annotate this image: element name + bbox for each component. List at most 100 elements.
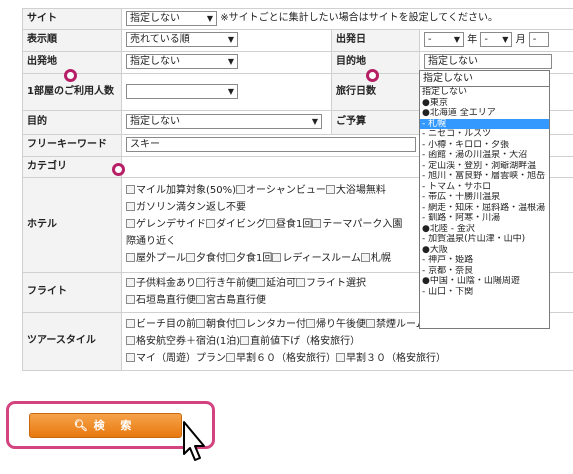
checkbox-label: ガソリン満タン返し不要 [136,202,246,213]
destination-dropdown-header[interactable]: 指定しない [419,70,550,86]
dropdown-option[interactable]: - 定山渓・登別・洞爺湖畔温 [420,161,549,172]
site-select[interactable]: 指定しない ▼ [126,11,217,26]
checkbox[interactable] [126,352,135,362]
dropdown-option[interactable]: ●東京 [420,98,549,109]
checkbox[interactable] [126,318,135,328]
checkbox-label: ゲレンデサイド [136,219,206,230]
dropdown-option[interactable]: ●北海道 全エリア [420,108,549,119]
checkbox[interactable] [366,318,375,328]
checkbox[interactable] [196,295,205,304]
checkbox-label: 札幌 [370,253,391,264]
checkbox[interactable] [196,318,205,328]
checkbox[interactable] [126,295,135,304]
checkbox[interactable] [126,335,135,345]
departure-date-label: 出発日 [331,28,420,52]
order-cell: 売れている順 ▼ [121,28,332,52]
checkbox-label: フライト選択 [306,278,366,289]
departure-year-select[interactable]: - ▼ [424,32,464,48]
checkbox[interactable] [336,352,345,362]
checkbox[interactable] [206,219,215,228]
departure-month-select[interactable]: - ▼ [480,32,513,48]
dropdown-option[interactable]: - 加賀温泉(片山津・山中) [420,234,549,245]
dropdown-option[interactable]: ●北陸 - 金沢 [420,224,549,235]
checkbox[interactable] [226,253,235,262]
chevron-down-icon: ▼ [206,14,213,23]
search-button-label: 検 索 [93,419,138,432]
purpose-select[interactable]: 指定しない ▼ [126,114,322,130]
dropdown-option[interactable]: - 札幌 [420,118,549,129]
purpose-label: 目的 [22,109,122,135]
checkbox[interactable] [226,352,235,362]
destination-dropdown-list: 指定しない ●東京 ●北海道 全エリア - 札幌 - ニセコ・ルスツ - 小樽・キロロ・夕… [419,86,550,329]
dropdown-option[interactable]: ●中国・山陰・山陽周遊 [420,276,549,287]
checkbox-label: レンタカー付 [246,318,306,330]
checkbox[interactable] [126,185,135,194]
checkbox[interactable] [296,278,305,287]
category-label: カテゴリ [22,155,122,178]
dropdown-option[interactable]: - 釧路・阿寒・川湯 [420,213,549,224]
dropdown-option[interactable]: - 函館・湯の川温泉・大沼 [420,150,549,161]
checkbox[interactable] [196,278,205,287]
destination-select[interactable]: 指定しない [424,54,552,70]
checkbox[interactable] [126,278,135,287]
dropdown-option[interactable]: - 小樽・キロロ・夕張 [420,140,549,151]
mouse-pointer-icon [183,421,205,461]
checkbox-label: 昼食1回 [276,219,313,230]
travelers-select[interactable]: ▼ [126,83,238,99]
order-select-value: 売れている順 [130,34,190,46]
checkbox-label: 格安航空券＋宿泊(1泊) [136,335,241,347]
checkbox-label: 早割３０（格安旅行） [346,352,446,364]
origin-select[interactable]: 指定しない ▼ [126,54,238,70]
checkbox-label: 夕食1回 [236,253,273,264]
purpose-select-value: 指定しない [130,116,180,128]
search-button[interactable]: 🔍︎ 検 索 [29,413,182,438]
dropdown-option[interactable]: - トマム・サホロ [420,182,549,193]
purpose-cell: 指定しない ▼ [121,109,332,135]
year-suffix: 年 [467,34,478,46]
chevron-down-icon: ▼ [311,117,318,127]
departure-year-value: - [428,34,432,46]
checkbox[interactable] [306,318,315,328]
checkbox-label: 子供料金あり [136,278,196,289]
departure-date-cell: - ▼ 年 - ▼ 月 - [418,28,573,52]
checkbox[interactable] [240,335,250,345]
dropdown-option[interactable]: - 帯広・十勝川温泉 [420,192,549,203]
checkbox-label: 帰り午後便 [316,318,366,330]
origin-cell: 指定しない ▼ [121,50,332,74]
order-select[interactable]: 売れている順 ▼ [126,32,238,48]
dropdown-option[interactable]: - 網走・知床・屈斜路・温根湯 [420,203,549,214]
chevron-down-icon: ▼ [227,86,234,96]
dropdown-option[interactable]: - 旭川・富良野・層雲峡・旭岳 [420,171,549,182]
checkbox[interactable] [186,253,195,262]
checkbox-label: ビーチ目の前 [136,318,196,330]
dropdown-option[interactable]: - 山口・下関 [420,287,549,298]
dropdown-option[interactable]: ●大阪 [420,245,549,256]
keyword-input[interactable]: スキー [126,137,416,153]
dropdown-option[interactable]: - 京都・奈良 [420,266,549,277]
flight-label: フライト [22,271,122,313]
order-label: 表示順 [22,28,122,52]
dropdown-option[interactable]: - 神戸・姫路 [420,255,549,266]
keyword-label: フリーキーワード [22,133,122,157]
checkbox[interactable] [126,219,135,228]
checkbox[interactable] [256,278,265,287]
checkbox-label: 行き午前便 [206,278,256,289]
checkbox[interactable] [236,318,245,328]
checkbox[interactable] [126,202,135,211]
origin-highlight-marker [64,69,77,82]
tour-option-line: マイ（周遊）プラン 早割６０（格安旅行） 早割３０（格安旅行） [126,350,569,367]
checkbox[interactable] [236,185,246,194]
checkbox-label: ダイビング [216,219,266,230]
checkbox-label: 直前値下げ（格安旅行） [250,335,361,347]
checkbox[interactable] [272,253,282,262]
origin-select-value: 指定しない [130,56,180,68]
checkbox[interactable] [325,185,335,194]
tour-option-line: 格安航空券＋宿泊(1泊) 直前値下げ（格安旅行） [126,333,569,350]
checkbox[interactable] [360,253,370,262]
dropdown-option[interactable]: - ニセコ・ルスツ [420,129,549,140]
checkbox[interactable] [266,219,275,228]
departure-day-select[interactable]: - [528,32,549,48]
dropdown-option[interactable]: 指定しない [420,87,549,98]
checkbox[interactable] [312,219,322,228]
checkbox[interactable] [126,253,135,262]
